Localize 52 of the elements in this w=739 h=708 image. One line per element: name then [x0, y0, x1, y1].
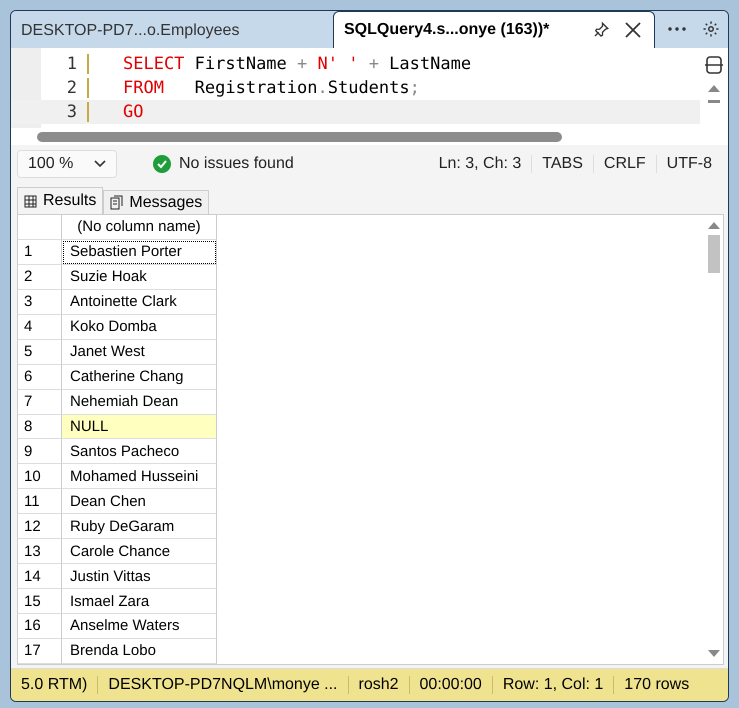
- scroll-thumb-icon[interactable]: [708, 100, 720, 103]
- status-item: 5.0 RTM): [20, 676, 88, 694]
- grid-icon: [24, 194, 37, 208]
- table-cell[interactable]: Antoinette Clark: [62, 290, 217, 315]
- result-tab[interactable]: Results: [17, 187, 104, 214]
- document-tab[interactable]: SQLQuery4.s...onye (163))*: [333, 11, 655, 48]
- scroll-thumb[interactable]: [708, 235, 720, 273]
- line-number: 1: [41, 54, 89, 74]
- result-tab[interactable]: Messages: [103, 190, 210, 214]
- table-cell[interactable]: Justin Vittas: [62, 564, 217, 590]
- column-header[interactable]: (No column name): [62, 215, 217, 240]
- encoding[interactable]: UTF-8: [656, 155, 722, 173]
- status-item: DESKTOP-PD7NQLM\monye ...: [97, 676, 348, 694]
- line-number: 2: [41, 78, 89, 98]
- table-cell[interactable]: Anselme Waters: [62, 614, 217, 639]
- code-line: GO: [123, 102, 144, 122]
- table-cell[interactable]: Catherine Chang: [62, 364, 217, 390]
- document-icon: [110, 195, 124, 210]
- zoom-dropdown[interactable]: 100 %: [17, 150, 117, 178]
- code-editor[interactable]: 1 SELECT FirstName + N' ' + LastName 2 FROM Registration.Students; 3 GO: [11, 48, 728, 128]
- status-item: Row: 1, Col: 1: [492, 676, 614, 694]
- status-item: rosh2: [348, 676, 409, 694]
- scroll-up-icon[interactable]: [708, 221, 720, 229]
- line-ending[interactable]: CRLF: [592, 155, 656, 173]
- document-tab[interactable]: DESKTOP-PD7...o.Employees: [11, 14, 333, 48]
- table-cell[interactable]: Ruby DeGaram: [62, 514, 217, 540]
- table-cell[interactable]: NULL: [62, 414, 217, 440]
- chevron-down-icon: [94, 160, 106, 168]
- issues-status: No issues found: [179, 155, 294, 173]
- table-cell[interactable]: Suzie Hoak: [62, 264, 217, 290]
- table-cell[interactable]: Santos Pacheco: [62, 439, 217, 464]
- split-icon[interactable]: [703, 54, 725, 76]
- status-item: 00:00:00: [408, 676, 492, 694]
- line-number: 3: [41, 102, 89, 122]
- table-cell[interactable]: Koko Domba: [62, 314, 217, 340]
- code-line: FROM Registration.Students;: [123, 78, 420, 98]
- table-cell[interactable]: Nehemiah Dean: [62, 390, 217, 414]
- scroll-thumb[interactable]: [37, 132, 562, 142]
- table-cell[interactable]: Ismael Zara: [62, 589, 217, 614]
- status-item: 170 rows: [613, 676, 700, 694]
- table-cell[interactable]: Sebastien Porter: [62, 240, 217, 265]
- table-cell[interactable]: Brenda Lobo: [62, 638, 217, 664]
- table-cell[interactable]: Mohamed Husseini: [62, 464, 217, 490]
- scroll-up-icon[interactable]: [708, 84, 720, 92]
- cursor-position[interactable]: Ln: 3, Ch: 3: [428, 155, 532, 173]
- table-cell[interactable]: Dean Chen: [62, 489, 217, 514]
- check-icon: [153, 155, 171, 173]
- table-cell[interactable]: Janet West: [62, 340, 217, 365]
- scroll-down-icon[interactable]: [708, 650, 720, 658]
- table-cell[interactable]: Carole Chance: [62, 539, 217, 564]
- code-line: SELECT FirstName + N' ' + LastName: [123, 54, 472, 74]
- indent-mode[interactable]: TABS: [531, 155, 593, 173]
